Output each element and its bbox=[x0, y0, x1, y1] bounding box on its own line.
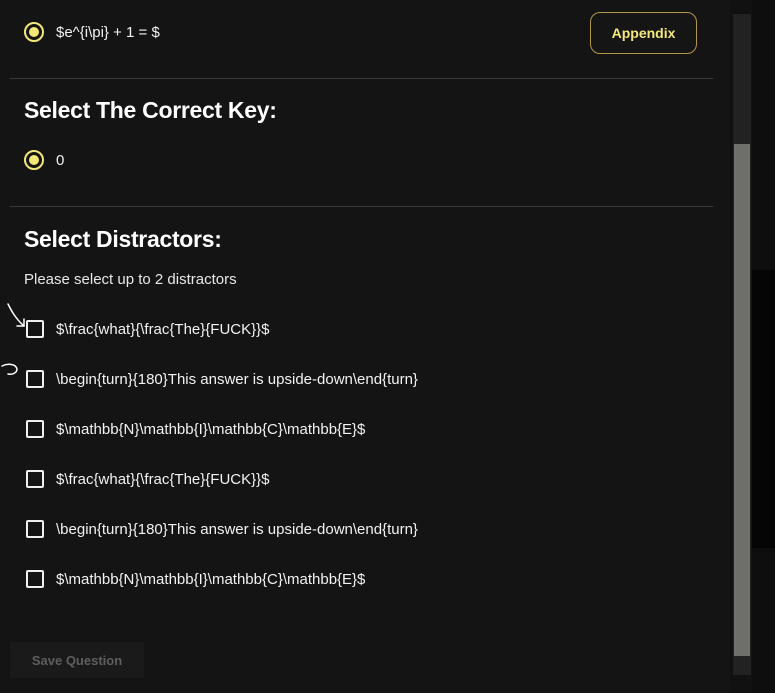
distractor-option-3[interactable]: $\mathbb{N}\mathbb{I}\mathbb{C}\mathbb{E… bbox=[26, 420, 365, 438]
radio-selected-icon[interactable] bbox=[24, 150, 44, 170]
checkbox[interactable] bbox=[26, 320, 44, 338]
distractors-helper-text: Please select up to 2 distractors bbox=[24, 271, 237, 288]
divider bbox=[10, 78, 713, 79]
divider bbox=[10, 206, 713, 207]
question-editor-panel: $e^{i\pi} + 1 = $ Appendix Select The Co… bbox=[0, 0, 730, 693]
appendix-button[interactable]: Appendix bbox=[590, 12, 697, 54]
distractor-label: $\mathbb{N}\mathbb{I}\mathbb{C}\mathbb{E… bbox=[56, 420, 366, 438]
distractor-label: $\frac{what}{\frac{The}{FUCK}}$ bbox=[56, 320, 270, 338]
checkbox[interactable] bbox=[26, 570, 44, 588]
scrollbar-thumb[interactable] bbox=[734, 144, 750, 656]
distractor-option-5[interactable]: \begin{turn}{180}This answer is upside-d… bbox=[26, 520, 418, 538]
distractor-label: $\frac{what}{\frac{The}{FUCK}}$ bbox=[56, 470, 270, 488]
checkbox[interactable] bbox=[26, 470, 44, 488]
correct-key-option-row[interactable]: 0 bbox=[24, 150, 64, 170]
question-option-row[interactable]: $e^{i\pi} + 1 = $ bbox=[24, 22, 160, 42]
checkbox[interactable] bbox=[26, 370, 44, 388]
background-strip bbox=[752, 0, 775, 693]
hand-drawn-arrow-icon bbox=[7, 303, 25, 327]
distractor-option-4[interactable]: $\frac{what}{\frac{The}{FUCK}}$ bbox=[26, 470, 269, 488]
checkbox[interactable] bbox=[26, 420, 44, 438]
distractor-option-6[interactable]: $\mathbb{N}\mathbb{I}\mathbb{C}\mathbb{E… bbox=[26, 570, 365, 588]
radio-selected-icon[interactable] bbox=[24, 22, 44, 42]
hand-drawn-arrow-icon bbox=[1, 363, 18, 375]
correct-key-option-label: 0 bbox=[56, 151, 65, 169]
checkbox[interactable] bbox=[26, 520, 44, 538]
distractor-option-1[interactable]: $\frac{what}{\frac{The}{FUCK}}$ bbox=[26, 320, 269, 338]
distractor-label: \begin{turn}{180}This answer is upside-d… bbox=[56, 370, 418, 388]
distractors-heading: Select Distractors: bbox=[24, 226, 222, 252]
distractor-label: $\mathbb{N}\mathbb{I}\mathbb{C}\mathbb{E… bbox=[56, 570, 366, 588]
question-option-label: $e^{i\pi} + 1 = $ bbox=[56, 23, 160, 41]
correct-key-heading: Select The Correct Key: bbox=[24, 97, 277, 123]
distractor-label: \begin{turn}{180}This answer is upside-d… bbox=[56, 520, 418, 538]
distractor-option-2[interactable]: \begin{turn}{180}This answer is upside-d… bbox=[26, 370, 418, 388]
save-question-button[interactable]: Save Question bbox=[10, 642, 144, 678]
background-block bbox=[752, 270, 775, 548]
